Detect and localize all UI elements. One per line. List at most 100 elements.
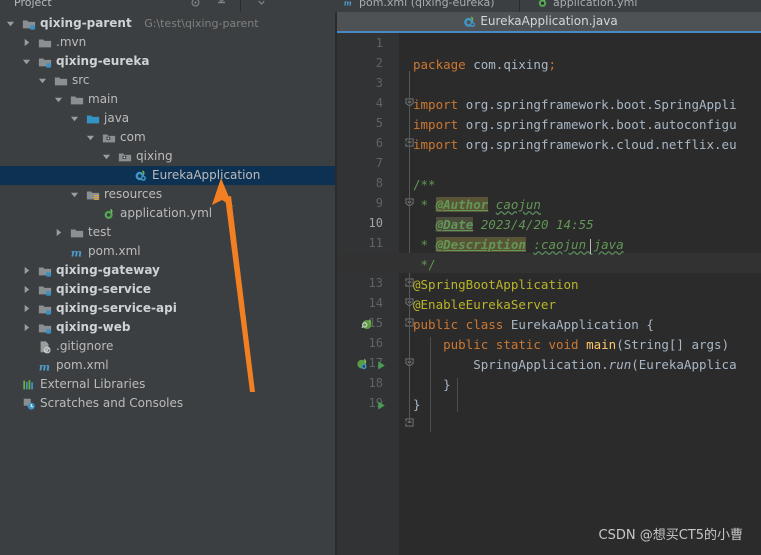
resource-root-icon — [86, 191, 100, 200]
editor-tab-application-yml[interactable]: application.yml — [553, 0, 637, 9]
tree-item-label: pom.xml — [88, 244, 141, 258]
module-icon — [38, 324, 52, 334]
tree-item-pom-xml[interactable]: m pom.xml — [0, 242, 335, 261]
tree-item-resources[interactable]: resources — [0, 185, 335, 204]
code-line-7[interactable]: /** — [413, 177, 436, 192]
tree-item-mvn[interactable]: .mvn — [0, 33, 335, 52]
tree-item-label: External Libraries — [40, 377, 146, 391]
tree-item-eurekaapplication[interactable]: EurekaApplication — [0, 166, 335, 185]
tree-item-label: EurekaApplication — [152, 168, 261, 182]
twisty-expanded-icon[interactable] — [70, 190, 79, 199]
tree-item-com[interactable]: com — [0, 128, 335, 147]
twisty-collapsed-icon[interactable] — [22, 266, 31, 275]
tree-item-external-libraries[interactable]: External Libraries — [0, 375, 335, 394]
code-line-4[interactable]: import org.springframework.boot.autoconf… — [413, 117, 737, 132]
javadoc-author-value: caojun — [495, 197, 541, 212]
locate-icon[interactable] — [190, 0, 201, 8]
code-line-13[interactable]: @EnableEurekaServer — [413, 297, 556, 312]
tree-item-java[interactable]: java — [0, 109, 335, 128]
project-toolbar: Project — [0, 0, 335, 12]
twisty-expanded-icon[interactable] — [22, 57, 31, 66]
project-tree-panel[interactable]: qixing-parent G:\test\qixing-parent .mvn qi… — [0, 12, 335, 555]
tree-item-label: qixing-web — [56, 320, 131, 334]
code-editor[interactable]: EurekaApplication.java 12345678910111213… — [337, 12, 761, 555]
twisty-expanded-icon[interactable] — [102, 152, 111, 161]
tree-item-label: qixing-service — [56, 282, 152, 296]
package-icon — [102, 134, 116, 143]
tree-item-qixing-service[interactable]: qixing-service — [0, 280, 335, 299]
code-line-10[interactable]: * @Description :caojun java — [413, 237, 624, 252]
gitignore-icon — [40, 341, 51, 354]
csdn-watermark: CSDN @想买CT5的小曹 — [598, 528, 744, 543]
tree-item-label: qixing — [136, 149, 173, 163]
folder-icon — [70, 229, 84, 238]
caret-line-highlight — [337, 253, 761, 273]
code-content[interactable]: package com.qixing; import org.springfra… — [337, 33, 761, 555]
idea-window: Project m pom.xml (qixing-eureka) applic… — [0, 0, 761, 555]
code-line-5[interactable]: import org.springframework.cloud.netflix… — [413, 137, 737, 152]
tree-item-gitignore[interactable]: .gitignore — [0, 337, 335, 356]
collapse-all-icon[interactable] — [216, 0, 227, 8]
tree-item-test[interactable]: test — [0, 223, 335, 242]
tree-item-label: qixing-gateway — [56, 263, 160, 277]
svg-text:m: m — [39, 361, 50, 373]
tree-item-label: resources — [104, 187, 163, 201]
tree-item-qixing-web[interactable]: qixing-web — [0, 318, 335, 337]
tree-item-src[interactable]: src — [0, 71, 335, 90]
code-line-12[interactable]: @SpringBootApplication — [413, 277, 579, 292]
tree-item-main[interactable]: main — [0, 90, 335, 109]
tree-item-label: java — [104, 111, 130, 125]
tree-item-label: Scratches and Consoles — [40, 396, 184, 410]
tree-item-qixing-gateway[interactable]: qixing-gateway — [0, 261, 335, 280]
svg-text:m: m — [344, 0, 352, 7]
tree-item-qixing-eureka[interactable]: qixing-eureka — [0, 52, 335, 71]
svg-text:m: m — [71, 247, 82, 259]
module-icon — [38, 305, 52, 315]
code-line-15[interactable]: public static void main(String[] args) — [413, 337, 729, 352]
tree-item-label: qixing-service-api — [56, 301, 177, 315]
twisty-expanded-icon[interactable] — [6, 19, 15, 28]
module-icon — [38, 58, 52, 68]
twisty-collapsed-icon[interactable] — [54, 228, 63, 237]
project-panel-title: Project — [14, 0, 52, 9]
code-line-11[interactable]: */ — [413, 257, 436, 272]
code-line-14[interactable]: public class EurekaApplication { — [413, 317, 654, 332]
tree-item-label: .mvn — [56, 35, 87, 49]
code-line-17[interactable]: } — [413, 377, 451, 392]
code-line-18[interactable]: } — [413, 397, 421, 412]
twisty-expanded-icon[interactable] — [70, 114, 79, 123]
code-line-3[interactable]: import org.springframework.boot.SpringAp… — [413, 97, 737, 112]
code-line-8[interactable]: * @Author caojun — [413, 197, 541, 212]
maven-icon: m — [344, 0, 352, 7]
libraries-icon — [23, 380, 33, 390]
yaml-spring-icon — [104, 208, 113, 219]
javadoc-date-tag: @Date — [435, 217, 474, 232]
settings-gear-icon[interactable] — [256, 0, 267, 8]
tree-item-scratches-and-consoles[interactable]: Scratches and Consoles — [0, 394, 335, 413]
tree-item-qixing-parent[interactable]: qixing-parent G:\test\qixing-parent — [0, 14, 335, 33]
tree-item-pom-xml[interactable]: m pom.xml — [0, 356, 335, 375]
tree-item-label: main — [88, 92, 118, 106]
twisty-collapsed-icon[interactable] — [22, 304, 31, 313]
editor-file-header[interactable]: EurekaApplication.java — [337, 12, 761, 31]
tree-item-application-yml[interactable]: application.yml — [0, 204, 335, 223]
tree-item-qixing[interactable]: qixing — [0, 147, 335, 166]
twisty-expanded-icon[interactable] — [38, 76, 47, 85]
tree-item-qixing-service-api[interactable]: qixing-service-api — [0, 299, 335, 318]
folder-icon — [38, 39, 52, 48]
twisty-collapsed-icon[interactable] — [22, 323, 31, 332]
code-line-9[interactable]: @Date 2023/4/20 14:55 — [413, 217, 594, 232]
code-line-16[interactable]: SpringApplication.run(EurekaApplica — [413, 357, 736, 372]
twisty-expanded-icon[interactable] — [86, 133, 95, 142]
module-icon — [38, 286, 52, 296]
tree-item-label: qixing-parent — [40, 16, 132, 30]
twisty-collapsed-icon[interactable] — [22, 285, 31, 294]
twisty-collapsed-icon[interactable] — [22, 38, 31, 47]
javadoc-author-tag: @Author — [435, 197, 489, 212]
javadoc-description-value: :caojun java — [533, 237, 624, 252]
tree-item-label: test — [88, 225, 112, 239]
code-line-1[interactable]: package com.qixing; — [413, 57, 556, 72]
editor-tab-pom[interactable]: pom.xml (qixing-eureka) — [359, 0, 495, 9]
javadoc-date-value: 2023/4/20 14:55 — [480, 217, 594, 232]
twisty-expanded-icon[interactable] — [54, 95, 63, 104]
